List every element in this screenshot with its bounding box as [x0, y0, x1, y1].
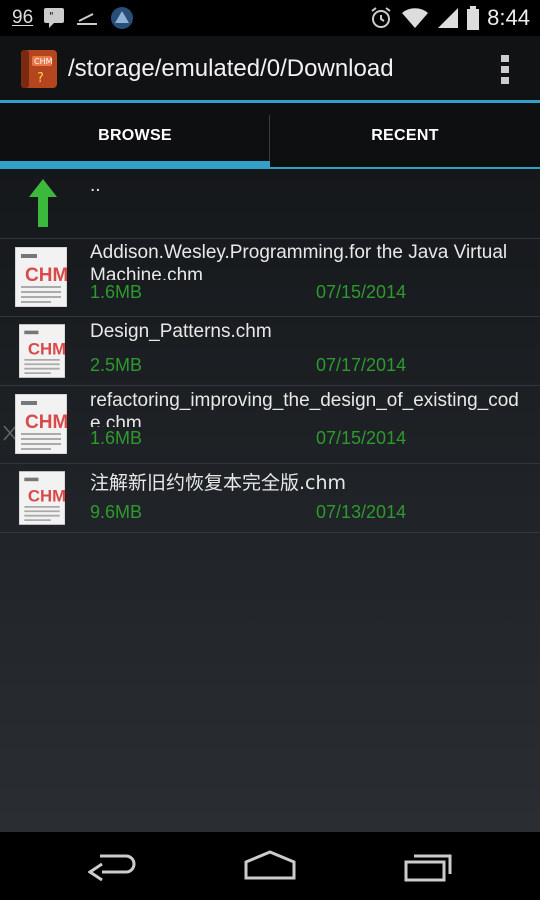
- file-size: 1.6MB: [90, 428, 143, 448]
- alarm-icon: [371, 7, 391, 28]
- chm-file-icon: CHM: [19, 471, 65, 525]
- app-notification-icon: [111, 7, 134, 29]
- file-name-continued: Machine.chm: [90, 265, 203, 280]
- chm-file-icon: CHM: [15, 247, 67, 307]
- battery-icon: [467, 6, 480, 30]
- back-button-icon[interactable]: [88, 848, 138, 884]
- file-name: refactoring_improving_the_design_of_exis…: [90, 390, 519, 411]
- current-path-title: /storage/emulated/0/Download: [68, 55, 394, 82]
- home-button-icon[interactable]: [243, 848, 297, 884]
- parent-directory-row[interactable]: ..: [0, 169, 540, 239]
- overflow-menu-icon[interactable]: [500, 54, 510, 86]
- file-name: Addison.Wesley.Programming.for the Java …: [90, 242, 508, 263]
- file-name: 注解新旧约恢复本完全版.chm: [90, 472, 347, 494]
- file-list[interactable]: .. CHM Addison.Wesley.Programming.for th…: [0, 169, 540, 832]
- tab-bar: BROWSE RECENT: [0, 103, 540, 169]
- file-row[interactable]: CHM 注解新旧约恢复本完全版.chm 9.6MB 07/13/2014: [0, 464, 540, 533]
- wifi-icon: [402, 8, 429, 28]
- file-name-continued: e.chm: [90, 413, 142, 427]
- notification-count: 96: [12, 7, 34, 28]
- svg-text:?: ?: [37, 71, 44, 86]
- action-bar: CHM ? /storage/emulated/0/Download: [0, 36, 540, 100]
- signal-icon: [438, 8, 459, 28]
- status-bar: 96 " 8:44: [0, 0, 540, 36]
- file-size: 2.5MB: [90, 355, 143, 375]
- file-row[interactable]: CHM Design_Patterns.chm 2.5MB 07/17/2014: [0, 317, 540, 386]
- svg-text:CHM: CHM: [34, 57, 53, 66]
- svg-text:CHM: CHM: [28, 487, 65, 506]
- svg-text:CHM: CHM: [25, 412, 67, 433]
- navigation-bar: [0, 832, 540, 900]
- up-arrow-icon: [29, 179, 57, 227]
- chm-file-icon: CHM: [15, 394, 67, 454]
- file-size: 1.6MB: [90, 282, 143, 302]
- svg-text:": ": [49, 11, 54, 22]
- file-date: 07/15/2014: [316, 428, 407, 448]
- dialer-icon: [77, 13, 98, 25]
- chm-reader-app-icon[interactable]: CHM ?: [18, 48, 60, 90]
- svg-text:CHM: CHM: [25, 265, 67, 286]
- chat-bubble-icon: ": [44, 8, 65, 28]
- recent-apps-button-icon[interactable]: [402, 848, 454, 884]
- svg-text:CHM: CHM: [28, 340, 65, 359]
- file-name-wrap: e.chm: [90, 413, 530, 427]
- file-name: Design_Patterns.chm: [90, 321, 272, 342]
- tab-browse[interactable]: BROWSE: [0, 103, 270, 169]
- file-row[interactable]: CHM Addison.Wesley.Programming.for the J…: [0, 239, 540, 317]
- file-date: 07/15/2014: [316, 282, 407, 302]
- file-name-wrap: Machine.chm: [90, 265, 530, 280]
- clock: 8:44: [487, 5, 530, 30]
- chm-file-icon: CHM: [19, 324, 65, 378]
- file-row[interactable]: CHM refactoring_improving_the_design_of_…: [0, 386, 540, 464]
- file-size: 9.6MB: [90, 502, 143, 522]
- file-date: 07/17/2014: [316, 355, 407, 375]
- tab-recent[interactable]: RECENT: [270, 103, 540, 169]
- parent-directory-label: ..: [90, 175, 101, 196]
- file-date: 07/13/2014: [316, 502, 407, 522]
- tab-selected-indicator: [0, 161, 270, 169]
